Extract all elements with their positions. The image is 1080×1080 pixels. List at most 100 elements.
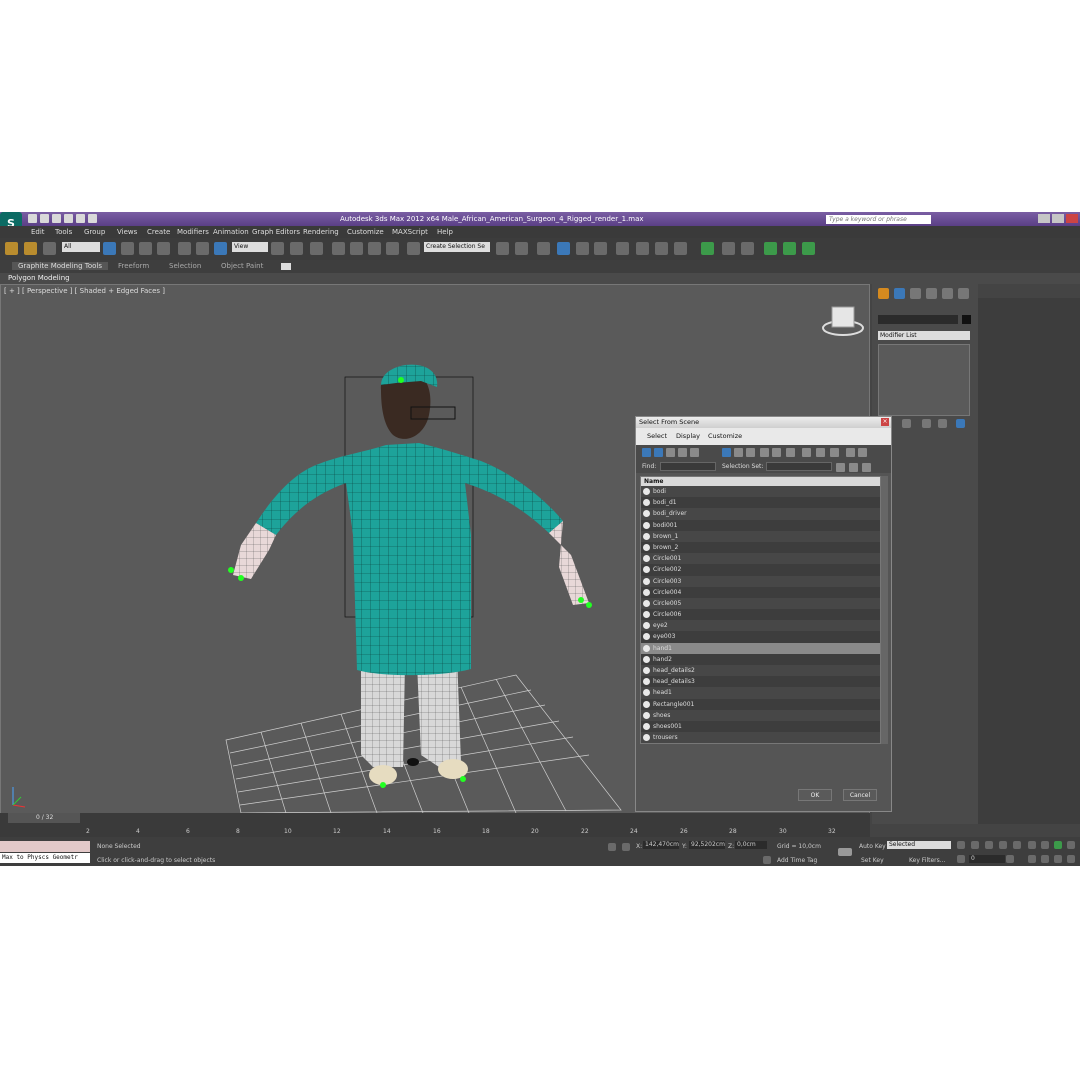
material-editor-icon[interactable] (616, 242, 629, 255)
modify-tab-icon[interactable] (894, 288, 905, 299)
list-item[interactable]: brown_1 (641, 530, 880, 542)
current-frame-field[interactable]: 0 (969, 855, 1005, 863)
list-item[interactable]: eye003 (641, 631, 880, 642)
list-item[interactable]: Circle006 (641, 609, 880, 620)
auto-key-button[interactable]: Auto Key (859, 843, 886, 850)
display-frozen-icon[interactable] (772, 448, 781, 457)
select-dependents-icon[interactable] (849, 463, 858, 472)
zoom-extents-all-icon[interactable] (1067, 841, 1075, 849)
ribbon-options-icon[interactable] (281, 263, 291, 270)
zoom-all-icon[interactable] (1041, 841, 1049, 849)
motion-tab-icon[interactable] (926, 288, 937, 299)
undo-icon[interactable] (64, 214, 73, 223)
selection-set-dropdown[interactable] (766, 462, 832, 471)
percent-snap-icon[interactable] (368, 242, 381, 255)
time-slider[interactable]: 0 / 32 (0, 813, 870, 823)
y-coordinate-field[interactable]: 92,5202cm (689, 841, 725, 849)
extra-tool-4-icon[interactable] (764, 242, 777, 255)
next-frame-icon[interactable] (999, 841, 1007, 849)
list-item[interactable]: Circle001 (641, 553, 880, 565)
keyboard-shortcut-icon[interactable] (310, 242, 323, 255)
field-of-view-icon[interactable] (1028, 855, 1036, 863)
display-invert-icon[interactable] (816, 448, 825, 457)
menu-graph-editors[interactable]: Graph Editors (252, 228, 300, 236)
add-time-tag[interactable]: Add Time Tag (777, 857, 817, 864)
mirror-icon[interactable] (496, 242, 509, 255)
spinner-snap-icon[interactable] (386, 242, 399, 255)
close-button[interactable] (1066, 214, 1078, 223)
rectangle-selection-icon[interactable] (139, 242, 152, 255)
make-unique-icon[interactable] (922, 419, 931, 428)
ok-button[interactable]: OK (798, 789, 832, 801)
list-item[interactable]: Circle004 (641, 587, 880, 598)
time-slider-thumb[interactable]: 0 / 32 (8, 813, 80, 823)
list-item[interactable]: bodi_driver (641, 508, 880, 520)
tab-object-paint[interactable]: Object Paint (221, 262, 263, 270)
list-item[interactable]: hand2 (641, 654, 880, 665)
key-filters-button[interactable]: Key Filters... (909, 857, 946, 864)
named-selection-dropdown[interactable]: Create Selection Se (424, 242, 490, 252)
menu-create[interactable]: Create (147, 228, 170, 236)
viewcube-icon[interactable] (822, 306, 864, 336)
list-item[interactable]: shoes (641, 709, 880, 721)
menu-group[interactable]: Group (84, 228, 105, 236)
extra-tool-2-icon[interactable] (722, 242, 735, 255)
list-item[interactable]: brown_2 (641, 542, 880, 553)
select-object-icon[interactable] (103, 242, 116, 255)
edit-named-selection-icon[interactable] (407, 242, 420, 255)
list-item[interactable]: shoes001 (641, 721, 880, 732)
menu-maxscript[interactable]: MAXScript (392, 228, 428, 236)
list-item[interactable]: Circle003 (641, 575, 880, 587)
key-icon[interactable] (838, 848, 852, 856)
display-bones-icon[interactable] (722, 448, 731, 457)
remove-modifier-icon[interactable] (938, 419, 947, 428)
create-tab-icon[interactable] (878, 288, 889, 299)
move-icon[interactable] (178, 242, 191, 255)
schematic-view-icon[interactable] (594, 242, 607, 255)
extra-tool-1-icon[interactable] (701, 242, 714, 255)
cancel-button[interactable]: Cancel (843, 789, 877, 801)
select-manipulate-icon[interactable] (290, 242, 303, 255)
list-item[interactable]: bodi001 (641, 520, 880, 531)
previous-frame-icon[interactable] (971, 841, 979, 849)
modifier-stack[interactable] (878, 344, 970, 416)
new-file-icon[interactable] (28, 214, 37, 223)
time-configuration-icon[interactable] (1006, 855, 1014, 863)
display-shapes-icon[interactable] (654, 448, 663, 457)
list-item[interactable]: eye2 (641, 620, 880, 632)
dialog-menu-select[interactable]: Select (647, 432, 667, 440)
select-influences-icon[interactable] (862, 463, 871, 472)
tab-freeform[interactable]: Freeform (118, 262, 149, 270)
advanced-filter-icon[interactable] (858, 448, 867, 457)
list-item[interactable]: head1 (641, 687, 880, 699)
zoom-icon[interactable] (1028, 841, 1036, 849)
display-groups-icon[interactable] (760, 448, 769, 457)
display-geometry-icon[interactable] (642, 448, 651, 457)
z-coordinate-field[interactable]: 0,0cm (735, 841, 767, 849)
save-file-icon[interactable] (52, 214, 61, 223)
sync-selection-icon[interactable] (830, 448, 839, 457)
render-production-icon[interactable] (674, 242, 687, 255)
key-mode-dropdown[interactable]: Selected (887, 841, 951, 849)
list-item[interactable]: head_details3 (641, 676, 880, 687)
display-lights-icon[interactable] (666, 448, 675, 457)
unlink-icon[interactable] (24, 242, 37, 255)
render-setup-icon[interactable] (636, 242, 649, 255)
selection-filter-dropdown[interactable]: All (62, 242, 100, 252)
maxscript-listener-mini[interactable] (0, 841, 90, 852)
menu-modifiers[interactable]: Modifiers (177, 228, 209, 236)
set-key-button[interactable]: Set Key (861, 857, 884, 864)
lock-selection-icon[interactable] (608, 843, 616, 851)
rendered-frame-icon[interactable] (655, 242, 668, 255)
menu-edit[interactable]: Edit (31, 228, 45, 236)
menu-tools[interactable]: Tools (55, 228, 72, 236)
play-icon[interactable] (985, 841, 993, 849)
filter-icon[interactable] (846, 448, 855, 457)
maximize-viewport-icon[interactable] (1067, 855, 1075, 863)
x-coordinate-field[interactable]: 142,470cm (643, 841, 679, 849)
pan-view-icon[interactable] (1041, 855, 1049, 863)
display-helpers-icon[interactable] (690, 448, 699, 457)
open-file-icon[interactable] (40, 214, 49, 223)
absolute-mode-icon[interactable] (622, 843, 630, 851)
dialog-close-button[interactable]: × (881, 418, 889, 426)
